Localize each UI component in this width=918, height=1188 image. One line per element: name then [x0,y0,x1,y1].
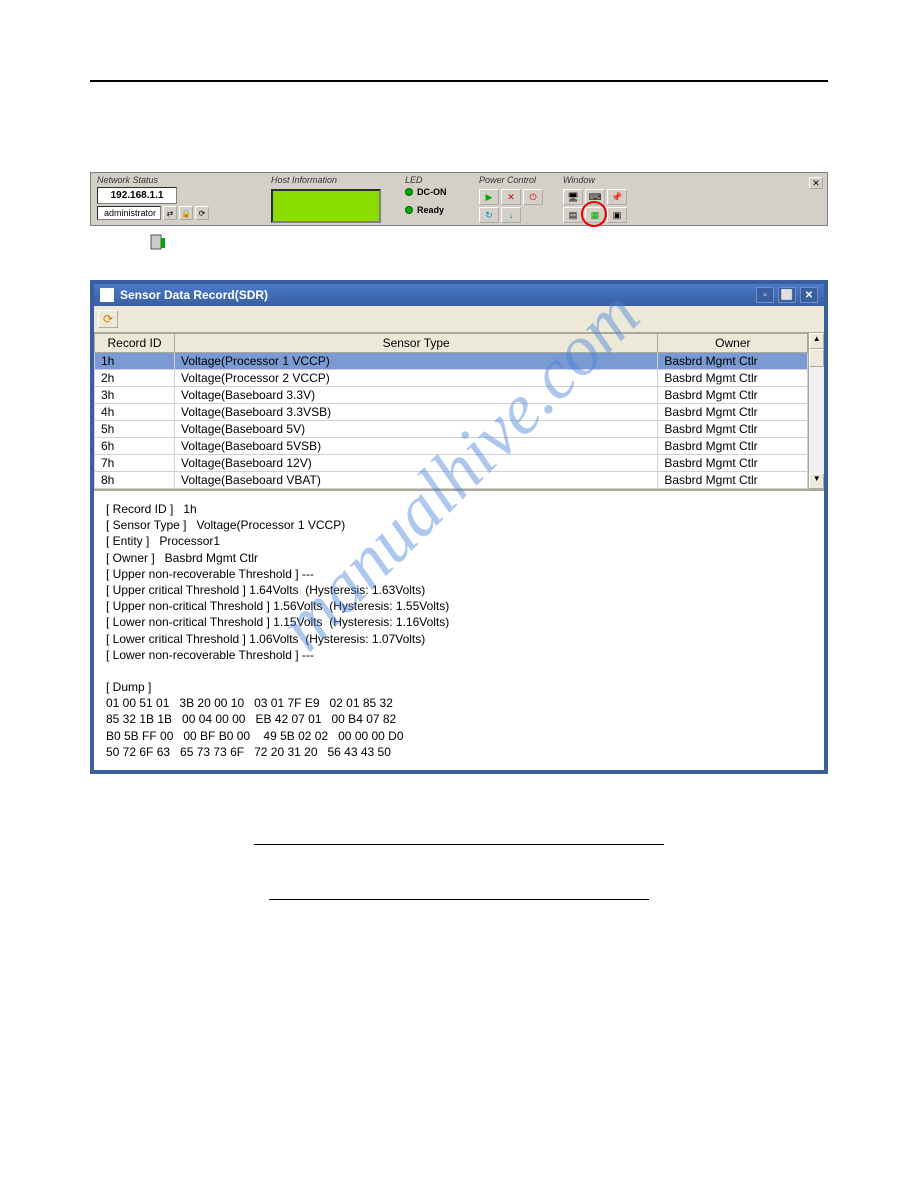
cell-owner: Basbrd Mgmt Ctlr [658,472,808,489]
cell-type: Voltage(Baseboard VBAT) [175,472,658,489]
cell-id: 6h [95,438,175,455]
table-row[interactable]: 5hVoltage(Baseboard 5V)Basbrd Mgmt Ctlr [95,421,808,438]
cell-id: 8h [95,472,175,489]
cell-id: 3h [95,387,175,404]
table-row[interactable]: 8hVoltage(Baseboard VBAT)Basbrd Mgmt Ctl… [95,472,808,489]
window-pin-button[interactable]: 📌 [607,189,627,205]
rule-2 [269,899,649,900]
table-row[interactable]: 6hVoltage(Baseboard 5VSB)Basbrd Mgmt Ctl… [95,438,808,455]
cell-owner: Basbrd Mgmt Ctlr [658,455,808,472]
scroll-up-button[interactable]: ▲ [809,333,824,349]
cell-id: 1h [95,353,175,370]
power-reset-button[interactable]: ↻ [479,207,499,223]
cell-type: Voltage(Baseboard 5V) [175,421,658,438]
col-owner[interactable]: Owner [658,334,808,353]
window-label: Window [563,175,645,185]
scrollbar[interactable]: ▲ ▼ [808,333,824,489]
power-on-button[interactable]: ▶ [479,189,499,205]
sdr-window: Sensor Data Record(SDR) ▫ ⬜ ✕ ⟳ Record I… [90,280,828,774]
maximize-button[interactable]: ⬜ [778,287,796,303]
table-row[interactable]: 3hVoltage(Baseboard 3.3V)Basbrd Mgmt Ctl… [95,387,808,404]
rule-1 [254,844,664,845]
cell-id: 7h [95,455,175,472]
col-sensor-type[interactable]: Sensor Type [175,334,658,353]
window-keyboard-button[interactable]: ⌨ [585,189,605,205]
sdr-table: Record ID Sensor Type Owner 1hVoltage(Pr… [94,333,808,489]
toolbar-close-button[interactable]: ✕ [809,177,823,189]
detail-pane: [ Record ID ] 1h [ Sensor Type ] Voltage… [94,489,824,770]
host-info-label: Host Information [271,175,393,185]
connect-button[interactable]: ⇄ [163,206,177,220]
cell-owner: Basbrd Mgmt Ctlr [658,353,808,370]
sdr-toolbar: ⟳ [94,306,824,333]
cell-type: Voltage(Processor 1 VCCP) [175,353,658,370]
cell-id: 2h [95,370,175,387]
cell-type: Voltage(Baseboard 3.3VSB) [175,404,658,421]
refresh-mini-button[interactable]: ⟳ [195,206,209,220]
led-ready-indicator [405,206,413,214]
led-ready-label: Ready [417,205,444,215]
user-field[interactable]: administrator [97,206,161,220]
lock-button[interactable]: 🔒 [179,206,193,220]
network-status-label: Network Status [97,175,259,185]
power-cycle-button[interactable]: ⏻ [523,189,543,205]
sdr-title: Sensor Data Record(SDR) [120,288,268,302]
window-sel-button[interactable]: ▤ [563,207,583,223]
col-record-id[interactable]: Record ID [95,334,175,353]
lcd-display [271,189,381,223]
refresh-button[interactable]: ⟳ [98,310,118,328]
cell-owner: Basbrd Mgmt Ctlr [658,370,808,387]
led-dcon-indicator [405,188,413,196]
window-fru-button[interactable]: ▣ [607,207,627,223]
cell-type: Voltage(Baseboard 12V) [175,455,658,472]
scroll-track[interactable] [809,367,824,473]
minimize-button[interactable]: ▫ [756,287,774,303]
sdr-titlebar: Sensor Data Record(SDR) ▫ ⬜ ✕ [94,284,824,306]
scroll-down-button[interactable]: ▼ [809,473,824,489]
sdr-icon [150,234,166,250]
cell-owner: Basbrd Mgmt Ctlr [658,404,808,421]
cell-owner: Basbrd Mgmt Ctlr [658,387,808,404]
cell-type: Voltage(Baseboard 3.3V) [175,387,658,404]
cell-owner: Basbrd Mgmt Ctlr [658,421,808,438]
table-row[interactable]: 2hVoltage(Processor 2 VCCP)Basbrd Mgmt C… [95,370,808,387]
cell-type: Voltage(Processor 2 VCCP) [175,370,658,387]
cell-type: Voltage(Baseboard 5VSB) [175,438,658,455]
cell-id: 5h [95,421,175,438]
power-control-label: Power Control [479,175,551,185]
cell-id: 4h [95,404,175,421]
table-row[interactable]: 7hVoltage(Baseboard 12V)Basbrd Mgmt Ctlr [95,455,808,472]
close-button[interactable]: ✕ [800,287,818,303]
app-toolbar: Network Status 192.168.1.1 administrator… [90,172,828,226]
sdr-window-icon [100,288,114,302]
scroll-thumb[interactable] [809,349,824,367]
power-off-button[interactable]: ✕ [501,189,521,205]
table-row[interactable]: 1hVoltage(Processor 1 VCCP)Basbrd Mgmt C… [95,353,808,370]
window-sdr-button[interactable]: ▦ [585,207,605,223]
ip-address: 192.168.1.1 [97,187,177,204]
table-row[interactable]: 4hVoltage(Baseboard 3.3VSB)Basbrd Mgmt C… [95,404,808,421]
window-console-button[interactable]: 🖥 [563,189,583,205]
led-label: LED [405,175,467,185]
power-shutdown-button[interactable]: ↓ [501,207,521,223]
top-rule [90,80,828,82]
cell-owner: Basbrd Mgmt Ctlr [658,438,808,455]
led-dcon-label: DC-ON [417,187,447,197]
